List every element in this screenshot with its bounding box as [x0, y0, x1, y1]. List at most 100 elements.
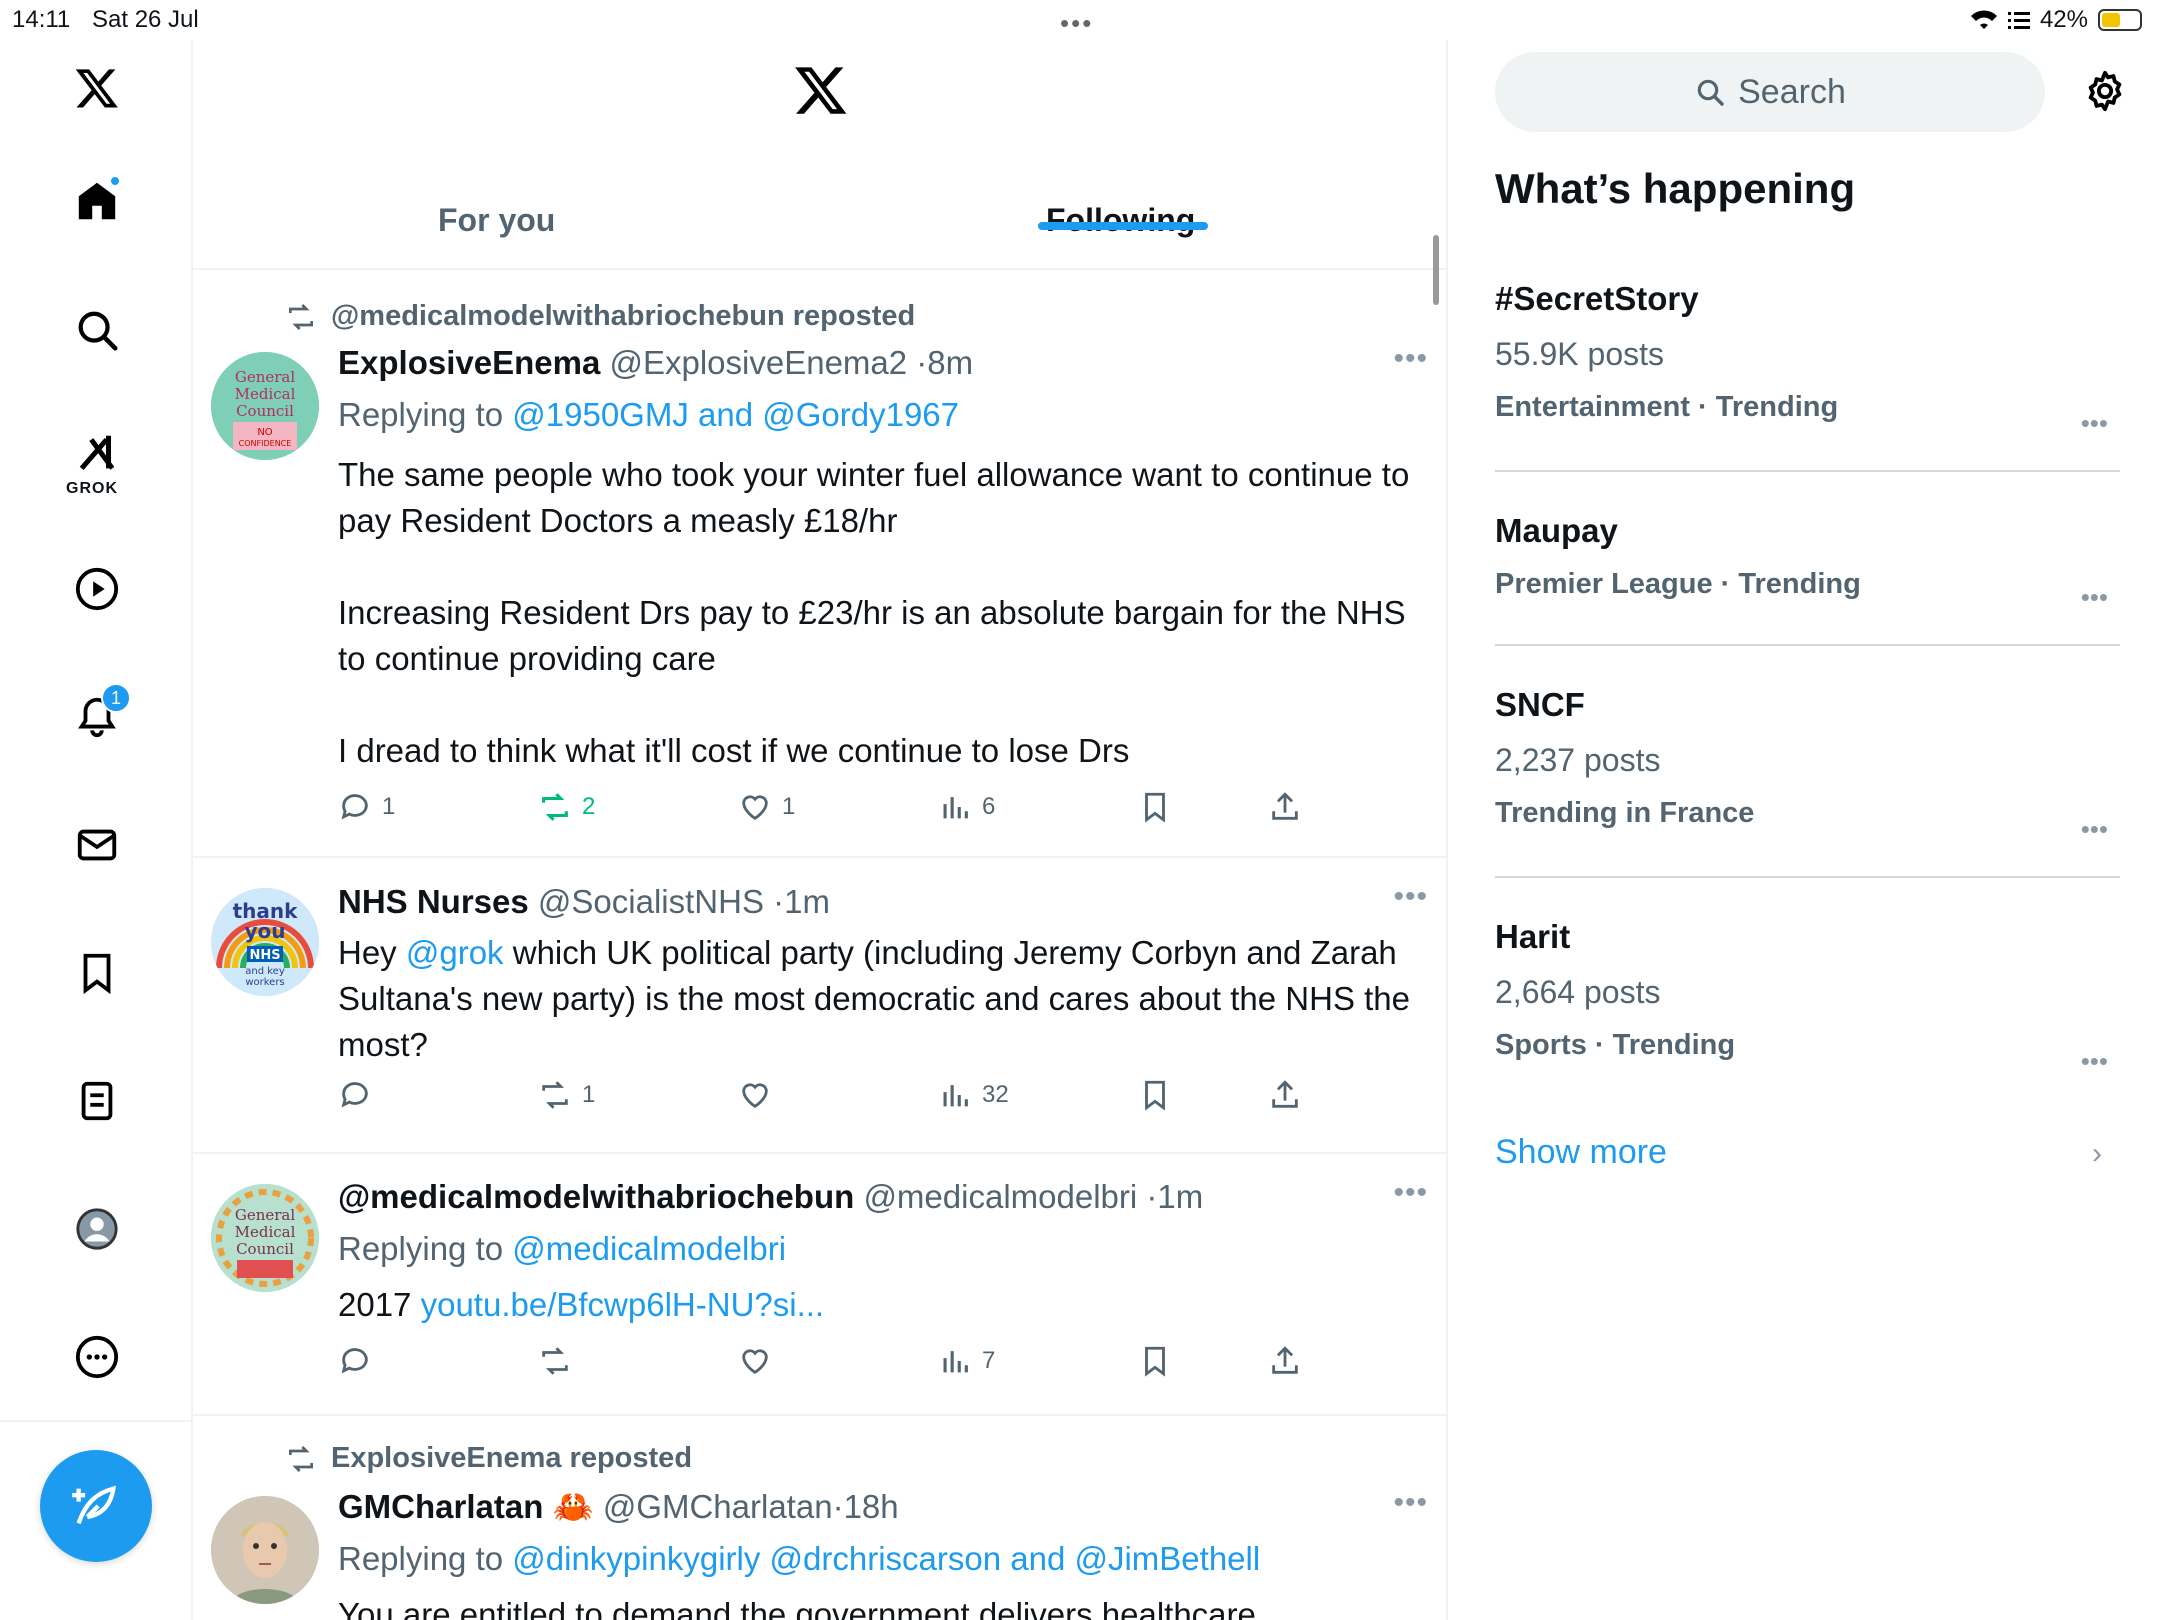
author-name[interactable]: NHS Nurses: [338, 883, 529, 920]
text-before: 2017: [338, 1286, 421, 1323]
tab-for-you[interactable]: For you: [438, 160, 555, 268]
author-name[interactable]: @medicalmodelwithabriochebun: [338, 1178, 854, 1215]
post-4[interactable]: ExplosiveEnema reposted GMCharlatan 🦀 @G…: [193, 1416, 1446, 1620]
like-button[interactable]: [738, 1078, 782, 1112]
post-more-icon[interactable]: •••: [1393, 342, 1428, 376]
reply-button[interactable]: [338, 1078, 382, 1112]
more-options-icon[interactable]: [69, 1329, 125, 1385]
post-time[interactable]: 1m: [1157, 1178, 1203, 1215]
post-actions: 1 32: [338, 1078, 1338, 1122]
reply-button[interactable]: 1: [338, 790, 395, 824]
author-handle[interactable]: @medicalmodelbri: [863, 1178, 1137, 1215]
repost-by-text: @medicalmodelwithabriochebun reposted: [331, 300, 916, 332]
search-input[interactable]: Search: [1495, 52, 2045, 132]
bookmarks-icon[interactable]: [69, 945, 125, 1001]
repost-button[interactable]: 1: [538, 1078, 595, 1112]
post-more-icon[interactable]: •••: [1393, 1486, 1428, 1520]
trend-more-icon[interactable]: •••: [2081, 814, 2108, 845]
author-handle[interactable]: @ExplosiveEnema2: [609, 344, 907, 381]
repost-button[interactable]: 2: [538, 790, 595, 824]
trend-item[interactable]: Maupay Premier League · Trending •••: [1495, 512, 2120, 612]
bookmark-button[interactable]: [1138, 1344, 1172, 1378]
show-more-link[interactable]: Show more: [1495, 1133, 1667, 1172]
post-more-icon[interactable]: •••: [1393, 880, 1428, 914]
post-more-icon[interactable]: •••: [1393, 1176, 1428, 1210]
views-button[interactable]: 7: [938, 1344, 995, 1378]
replying-to-handles[interactable]: @dinkypinkygirly @drchriscarson and @Jim…: [512, 1540, 1260, 1577]
trend-count: 2,664 posts: [1495, 974, 1661, 1010]
separator-dot: ·: [832, 1488, 844, 1525]
bookmark-button[interactable]: [1138, 1078, 1172, 1112]
notifications-bell-icon[interactable]: 1: [69, 683, 131, 745]
settings-gear-icon[interactable]: [2082, 68, 2128, 114]
like-button[interactable]: 1: [738, 790, 795, 824]
post-paragraph: I dread to think what it'll cost if we c…: [338, 732, 1130, 769]
views-chart-icon: [943, 797, 968, 819]
explore-search-icon[interactable]: [69, 302, 125, 358]
post-time[interactable]: 8m: [927, 344, 973, 381]
author-handle[interactable]: @SocialistNHS: [538, 883, 764, 920]
replying-prefix: Replying to: [338, 1540, 513, 1577]
x-logo-icon[interactable]: [69, 60, 125, 116]
author-name[interactable]: GMCharlatan: [338, 1488, 543, 1525]
like-count: 1: [782, 793, 796, 820]
reply-icon: [341, 1348, 368, 1374]
trend-more-icon[interactable]: •••: [2081, 582, 2108, 613]
video-play-icon[interactable]: [69, 561, 125, 617]
author-handle[interactable]: @GMCharlatan: [603, 1488, 833, 1525]
trend-count: 55.9K posts: [1495, 336, 1664, 372]
share-button[interactable]: [1268, 1078, 1302, 1112]
replying-to: Replying to @medicalmodelbri: [338, 1230, 786, 1268]
separator-dot: ·: [1146, 1178, 1158, 1215]
post-2[interactable]: thank you NHS and key workers NHS Nurses…: [193, 858, 1446, 1154]
post-1[interactable]: @medicalmodelwithabriochebun reposted Ge…: [193, 272, 1446, 858]
home-icon[interactable]: [69, 173, 125, 229]
views-button[interactable]: 6: [938, 790, 995, 824]
share-button[interactable]: [1268, 790, 1302, 824]
youtube-link[interactable]: youtu.be/Bfcwp6lH-NU?si...: [421, 1286, 825, 1323]
repost-button[interactable]: [538, 1344, 582, 1378]
tab-following[interactable]: Following: [1046, 160, 1195, 268]
post-avatar[interactable]: General Medical Council NO CONFIDENCE: [211, 352, 319, 460]
trend-more-icon[interactable]: •••: [2081, 408, 2108, 439]
compose-post-button[interactable]: [40, 1450, 152, 1562]
post-avatar[interactable]: thank you NHS and key workers: [211, 888, 319, 996]
avatar-text-3: Council: [236, 1240, 294, 1258]
avatar-text-2: Medical: [235, 1223, 296, 1241]
post-avatar[interactable]: [211, 1496, 319, 1604]
share-icon: [1272, 792, 1298, 820]
repost-icon: [289, 1445, 313, 1472]
multitasking-dots-icon[interactable]: •••: [1060, 8, 1093, 39]
post-header: ExplosiveEnema @ExplosiveEnema2 ·8m: [338, 344, 973, 382]
trend-item[interactable]: #SecretStory 55.9K posts Entertainment ·…: [1495, 280, 2120, 438]
bookmark-button[interactable]: [1138, 790, 1172, 824]
replying-to-handles[interactable]: @medicalmodelbri: [512, 1230, 786, 1267]
status-right: 42%: [1970, 6, 2142, 34]
post-time[interactable]: 1m: [784, 883, 830, 920]
main-timeline: For you Following @medicalmodelwithabrio…: [193, 40, 1448, 1620]
reply-button[interactable]: [338, 1344, 382, 1378]
lists-icon[interactable]: [69, 1073, 125, 1129]
author-name[interactable]: ExplosiveEnema: [338, 344, 600, 381]
battery-percent: 42%: [2039, 6, 2088, 33]
trend-more-icon[interactable]: •••: [2081, 1046, 2108, 1077]
x-header-logo-icon[interactable]: [793, 62, 849, 118]
grok-icon[interactable]: [69, 425, 125, 481]
views-button[interactable]: 32: [938, 1078, 1009, 1112]
replying-to: Replying to @dinkypinkygirly @drchriscar…: [338, 1540, 1260, 1578]
post-time[interactable]: 18h: [844, 1488, 899, 1525]
post-3[interactable]: General Medical Council @medicalmodelwit…: [193, 1154, 1446, 1416]
profile-avatar-icon[interactable]: [69, 1201, 125, 1257]
trend-item[interactable]: SNCF 2,237 posts Trending in France •••: [1495, 686, 2120, 844]
share-button[interactable]: [1268, 1344, 1302, 1378]
replying-to-handles[interactable]: @1950GMJ and @Gordy1967: [512, 396, 959, 433]
trend-item[interactable]: Harit 2,664 posts Sports · Trending •••: [1495, 918, 2120, 1076]
post-avatar[interactable]: General Medical Council: [211, 1184, 319, 1292]
compose-feather-icon: [72, 1485, 116, 1525]
mention-link[interactable]: @grok: [406, 934, 504, 971]
chevron-right-icon[interactable]: ›: [2092, 1137, 2102, 1171]
post-actions: 1 2 1 6: [338, 790, 1338, 834]
messages-envelope-icon[interactable]: [69, 817, 125, 873]
search-icon: [1697, 79, 1724, 106]
like-button[interactable]: [738, 1344, 782, 1378]
